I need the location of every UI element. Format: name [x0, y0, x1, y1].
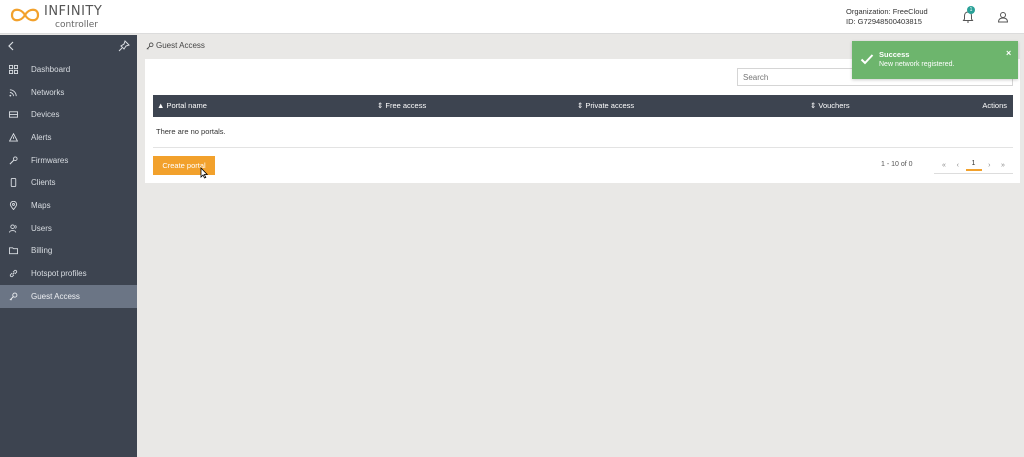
column-portal-name[interactable]: ▲ Portal name [157, 101, 207, 110]
sidebar-item-label: Users [31, 223, 52, 233]
infinity-logo[interactable]: INFINITY controller [8, 3, 108, 31]
sidebar-item-label: Hotspot profiles [31, 269, 87, 279]
sidebar-item-label: Maps [31, 200, 51, 210]
sidebar-item-label: Alerts [31, 132, 52, 142]
page-number-current[interactable]: 1 [965, 160, 982, 171]
wifi-icon [8, 87, 18, 97]
dashboard-icon [8, 64, 18, 74]
sidebar-item-label: Devices [31, 110, 60, 120]
sidebar-item-label: Networks [31, 87, 65, 97]
sidebar-item-label: Clients [31, 178, 56, 188]
pagination-range: 1 - 10 of 0 [881, 161, 913, 168]
sidebar-item-alerts[interactable]: Alerts [0, 126, 137, 149]
sidebar-toolbar [0, 35, 137, 57]
breadcrumb: Guest Access [146, 41, 205, 50]
divider [153, 147, 1013, 148]
device-icon [8, 110, 18, 120]
sidebar-item-firmwares[interactable]: Firmwares [0, 149, 137, 172]
empty-state-text: There are no portals. [156, 127, 226, 136]
sidebar-item-label: Billing [31, 246, 53, 256]
link-icon [8, 269, 18, 279]
pagination: « ‹ 1 › » [934, 157, 1013, 174]
brand-subtitle: controller [55, 20, 98, 30]
sidebar-nav: Dashboard Networks Devices Alerts Firmwa… [0, 58, 137, 308]
key-icon [146, 42, 154, 49]
table-header: ▲ Portal name ⇕ Free access ⇕ Private ac… [153, 95, 1013, 117]
sidebar-item-networks[interactable]: Networks [0, 81, 137, 104]
sidebar-item-devices[interactable]: Devices [0, 103, 137, 126]
next-page-button[interactable]: › [983, 162, 995, 169]
sidebar-item-label: Firmwares [31, 155, 69, 165]
wrench-icon [8, 155, 18, 165]
infinity-logo-icon [10, 8, 40, 22]
folder-icon [8, 246, 18, 256]
first-page-button[interactable]: « [938, 162, 950, 169]
map-pin-icon [8, 200, 18, 210]
user-icon[interactable] [997, 11, 1009, 23]
users-icon [8, 223, 18, 233]
column-actions: Actions [982, 101, 1007, 110]
sidebar-item-maps[interactable]: Maps [0, 194, 137, 217]
sidebar-item-users[interactable]: Users [0, 217, 137, 240]
sidebar-item-billing[interactable]: Billing [0, 240, 137, 263]
column-free-access[interactable]: ⇕ Free access [377, 101, 426, 110]
top-header: INFINITY controller Organization: FreeCl… [0, 0, 1024, 34]
organization-name: Organization: FreeCloud [846, 7, 928, 16]
column-private-access[interactable]: ⇕ Private access [577, 101, 634, 110]
prev-page-button[interactable]: ‹ [952, 162, 964, 169]
sidebar: Dashboard Networks Devices Alerts Firmwa… [0, 35, 137, 457]
sidebar-item-guest-access[interactable]: Guest Access [0, 284, 137, 308]
sidebar-item-dashboard[interactable]: Dashboard [0, 58, 137, 81]
sidebar-item-label: Dashboard [31, 64, 71, 74]
alert-icon [8, 132, 18, 142]
toast-title: Success [879, 50, 910, 59]
chevron-left-icon[interactable] [6, 40, 16, 52]
sidebar-item-clients[interactable]: Clients [0, 171, 137, 194]
last-page-button[interactable]: » [997, 162, 1009, 169]
sidebar-item-label: Guest Access [31, 291, 80, 301]
column-vouchers[interactable]: ⇕ Vouchers [810, 101, 850, 110]
success-toast[interactable]: Success New network registered. × [852, 41, 1018, 79]
toast-message: New network registered. [879, 61, 955, 68]
organization-info: Organization: FreeCloud ID: G72948500403… [846, 7, 928, 27]
key-icon [8, 291, 18, 301]
notification-badge: 1 [967, 6, 975, 14]
close-icon[interactable]: × [1006, 48, 1011, 58]
page-title: Guest Access [156, 41, 205, 50]
pin-icon[interactable] [118, 40, 130, 52]
checkmark-icon [860, 54, 874, 65]
phone-icon [8, 178, 18, 188]
mouse-cursor-icon [200, 167, 209, 179]
organization-id: ID: G72948500403815 [846, 17, 922, 26]
brand-name: INFINITY [44, 4, 103, 19]
sidebar-item-hotspot-profiles[interactable]: Hotspot profiles [0, 262, 137, 285]
